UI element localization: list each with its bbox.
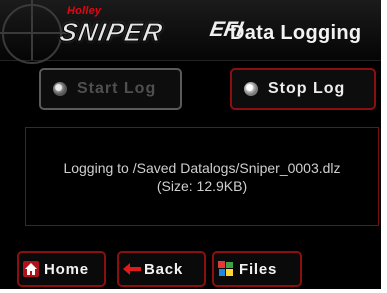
back-button[interactable]: Back <box>117 251 206 287</box>
files-icon <box>218 261 234 277</box>
start-log-label: Start Log <box>77 80 157 97</box>
back-label: Back <box>144 260 184 278</box>
app-screen: Holley SNIPER EFI Data Logging Start Log… <box>0 0 381 289</box>
brand-holley: Holley <box>67 5 102 17</box>
status-log-size: (Size: 12.9KB) <box>156 177 248 194</box>
stop-log-button[interactable]: Stop Log <box>230 68 376 110</box>
start-log-button[interactable]: Start Log <box>39 68 182 110</box>
radio-icon <box>53 82 67 96</box>
header-bar: Holley SNIPER EFI Data Logging <box>0 0 381 64</box>
stop-log-label: Stop Log <box>268 80 346 97</box>
files-button[interactable]: Files <box>212 251 302 287</box>
home-label: Home <box>44 260 89 278</box>
status-panel: Logging to /Saved Datalogs/Sniper_0003.d… <box>25 127 379 226</box>
crosshair-line-vertical <box>31 0 33 60</box>
back-arrow-icon <box>123 261 141 277</box>
page-title: Data Logging <box>230 22 362 44</box>
brand-sniper: SNIPER <box>57 17 166 48</box>
files-label: Files <box>239 260 278 278</box>
radio-icon <box>244 82 258 96</box>
home-icon <box>23 261 39 277</box>
status-log-path: Logging to /Saved Datalogs/Sniper_0003.d… <box>63 159 341 176</box>
home-button[interactable]: Home <box>17 251 106 287</box>
